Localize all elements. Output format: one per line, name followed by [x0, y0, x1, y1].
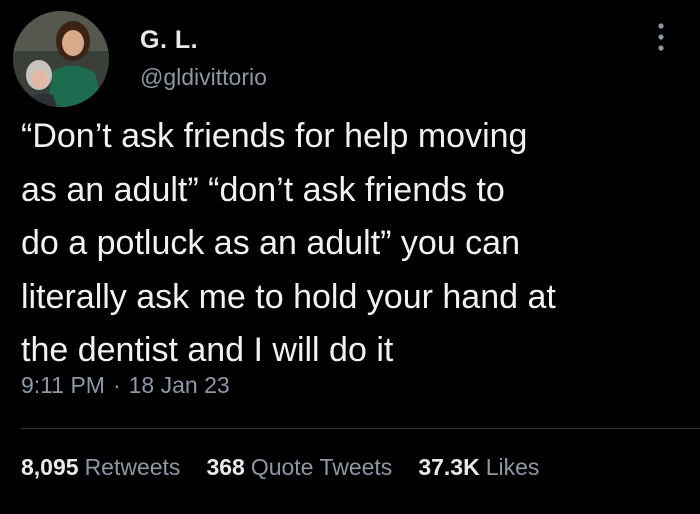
tweet-text-line: as an adult” “don’t ask friends to	[21, 170, 505, 209]
more-vertical-icon	[658, 23, 664, 51]
tweet-text-line: “Don’t ask friends for help moving	[21, 117, 528, 155]
more-options-button[interactable]	[644, 14, 678, 60]
tweet-timestamp[interactable]: 9:11 PM · 18 Jan 23	[21, 372, 230, 399]
avatar[interactable]	[13, 11, 109, 107]
likes-count: 37.3K	[418, 454, 480, 480]
tweet: G. L. @gldivittorio “Don’t ask friends f…	[0, 0, 700, 514]
tweet-text-line: literally ask me to hold your hand at	[21, 277, 556, 316]
quote-tweets-count: 368	[206, 454, 245, 480]
retweets-count: 8,095	[21, 454, 79, 480]
tweet-date: 18 Jan 23	[128, 372, 230, 398]
likes-stat[interactable]: 37.3K Likes	[418, 454, 539, 481]
quote-tweets-stat[interactable]: 368 Quote Tweets	[206, 454, 392, 481]
tweet-time: 9:11 PM	[21, 372, 105, 398]
tweet-text-line: do a potluck as an adult” you can	[21, 224, 520, 262]
separator-dot: ·	[112, 372, 121, 398]
tweet-stats: 8,095 Retweets 368 Quote Tweets 37.3K Likes	[21, 454, 539, 481]
display-name[interactable]: G. L.	[140, 26, 198, 55]
user-handle[interactable]: @gldivittorio	[140, 64, 267, 91]
avatar-photo	[13, 11, 109, 107]
tweet-text: “Don’t ask friends for help moving as an…	[21, 110, 686, 378]
quote-tweets-label: Quote Tweets	[250, 454, 393, 480]
divider	[21, 428, 700, 429]
retweets-label: Retweets	[84, 454, 181, 480]
retweets-stat[interactable]: 8,095 Retweets	[21, 454, 180, 481]
tweet-text-line: the dentist and I will do it	[21, 331, 394, 369]
likes-label: Likes	[485, 454, 540, 480]
